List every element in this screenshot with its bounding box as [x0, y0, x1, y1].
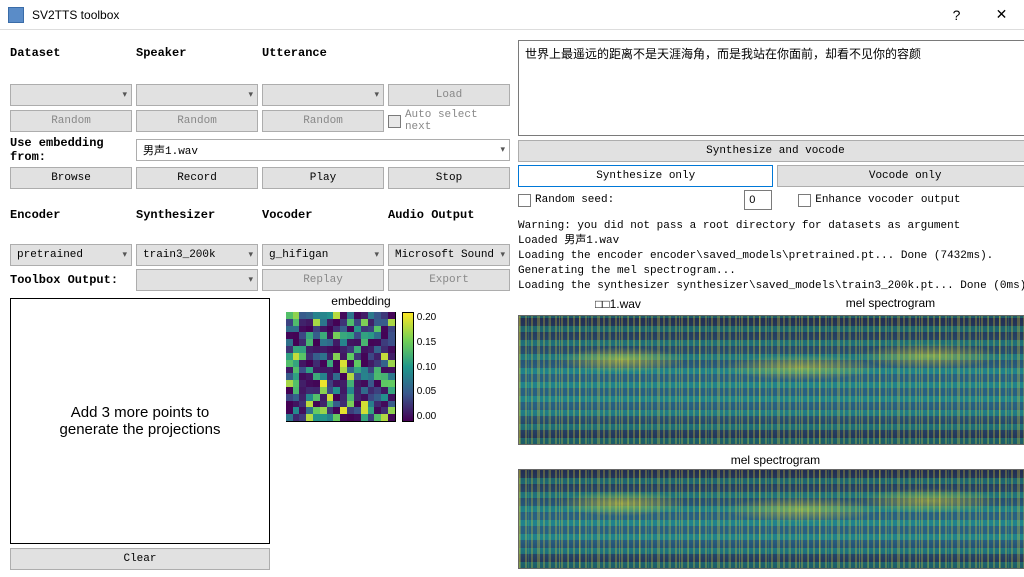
- stop-button[interactable]: Stop: [388, 167, 510, 189]
- browse-button[interactable]: Browse: [10, 167, 132, 189]
- embedding-title: embedding: [276, 294, 446, 308]
- clear-button[interactable]: Clear: [10, 548, 270, 570]
- label-audio-output: Audio Output: [388, 208, 510, 222]
- chevron-down-icon: ▾: [248, 90, 253, 100]
- chevron-down-icon: ▾: [122, 250, 127, 260]
- label-vocoder: Vocoder: [262, 208, 384, 222]
- encoder-combo[interactable]: pretrained▾: [10, 244, 132, 266]
- chevron-down-icon: ▾: [500, 145, 505, 155]
- left-panel: Dataset Speaker Utterance ▾ ▾ ▾ Load Ran…: [10, 40, 510, 570]
- synthesize-vocode-button[interactable]: Synthesize and vocode: [518, 140, 1024, 162]
- export-button[interactable]: Export: [388, 269, 510, 291]
- enhance-checkbox[interactable]: [798, 194, 811, 207]
- label-use-embedding: Use embedding from:: [10, 136, 132, 164]
- embedding-heatmap: [286, 312, 396, 422]
- help-button[interactable]: ?: [934, 0, 979, 30]
- label-dataset: Dataset: [10, 46, 132, 60]
- utterance-combo[interactable]: ▾: [262, 84, 384, 106]
- spec-title-1: mel spectrogram: [748, 296, 1024, 310]
- label-encoder: Encoder: [10, 208, 132, 222]
- app-icon: [8, 7, 24, 23]
- label-utterance: Utterance: [262, 46, 384, 60]
- auto-select-label: Auto select next: [405, 109, 510, 133]
- label-toolbox-output: Toolbox Output:: [10, 273, 132, 287]
- chevron-down-icon: ▾: [122, 90, 127, 100]
- projection-placeholder: Add 3 more points to generate the projec…: [10, 298, 270, 544]
- window-controls: ? ✕: [934, 0, 1024, 30]
- load-button[interactable]: Load: [388, 84, 510, 106]
- embedding-panel: embedding 0.20 0.15 0.10 0.05 0.00: [276, 294, 446, 570]
- vocode-only-button[interactable]: Vocode only: [777, 165, 1024, 187]
- random-utterance-button[interactable]: Random: [262, 110, 384, 132]
- enhance-label: Enhance vocoder output: [815, 194, 960, 206]
- close-button[interactable]: ✕: [979, 0, 1024, 30]
- random-speaker-button[interactable]: Random: [136, 110, 258, 132]
- chevron-down-icon: ▾: [248, 275, 253, 285]
- spec-title-2: mel spectrogram: [518, 453, 1024, 467]
- speaker-combo[interactable]: ▾: [136, 84, 258, 106]
- replay-button[interactable]: Replay: [262, 269, 384, 291]
- chevron-down-icon: ▾: [374, 250, 379, 260]
- text-input[interactable]: [518, 40, 1024, 136]
- spec-source-label: □□1.wav: [518, 297, 718, 311]
- projection-panel: Add 3 more points to generate the projec…: [10, 294, 270, 570]
- chevron-down-icon: ▾: [374, 90, 379, 100]
- chevron-down-icon: ▾: [248, 250, 253, 260]
- right-panel: Synthesize and vocode Synthesize only Vo…: [518, 40, 1024, 570]
- toolbox-output-combo[interactable]: ▾: [136, 269, 258, 291]
- chevron-down-icon: ▾: [500, 250, 505, 260]
- embedding-file-combo[interactable]: 男声1.wav ▾: [136, 139, 510, 161]
- play-button[interactable]: Play: [262, 167, 384, 189]
- record-button[interactable]: Record: [136, 167, 258, 189]
- random-seed-label: Random seed:: [535, 194, 614, 206]
- log-output: Warning: you did not pass a root directo…: [518, 219, 1024, 294]
- synthesize-only-button[interactable]: Synthesize only: [518, 165, 773, 187]
- random-dataset-button[interactable]: Random: [10, 110, 132, 132]
- synthesizer-combo[interactable]: train3_200k▾: [136, 244, 258, 266]
- vocoder-combo[interactable]: g_hifigan▾: [262, 244, 384, 266]
- mel-spectrogram-1: [518, 315, 1024, 445]
- audio-output-combo[interactable]: Microsoft Sound Map▾: [388, 244, 510, 266]
- seed-input[interactable]: [744, 190, 772, 210]
- titlebar: SV2TTS toolbox ? ✕: [0, 0, 1024, 30]
- label-synthesizer: Synthesizer: [136, 208, 258, 222]
- auto-select-checkbox: [388, 115, 401, 128]
- label-speaker: Speaker: [136, 46, 258, 60]
- dataset-combo[interactable]: ▾: [10, 84, 132, 106]
- window-title: SV2TTS toolbox: [32, 8, 934, 22]
- mel-spectrogram-2: [518, 469, 1024, 569]
- random-seed-checkbox[interactable]: [518, 194, 531, 207]
- colorbar: [402, 312, 414, 422]
- colorbar-ticks: 0.20 0.15 0.10 0.05 0.00: [417, 312, 436, 422]
